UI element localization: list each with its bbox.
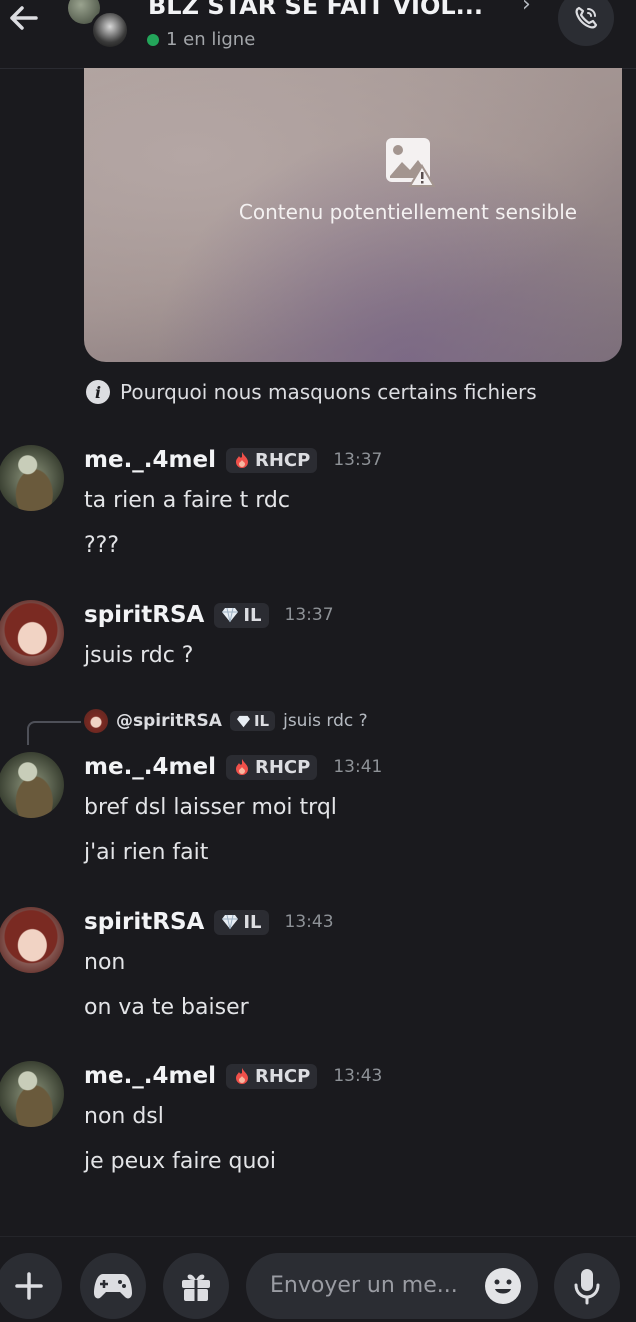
- guild-tag-label: IL: [243, 911, 262, 933]
- reply-reference[interactable]: @spiritRSA IL jsuis rdc ?: [84, 709, 368, 733]
- fire-icon: [236, 759, 248, 775]
- message-header: me._.4mel RHCP 13:37: [84, 447, 382, 473]
- online-dot-icon: [147, 33, 159, 46]
- guild-tag[interactable]: RHCP: [226, 1063, 318, 1089]
- guild-tag-label: IL: [253, 712, 270, 730]
- gift-icon: [182, 1274, 210, 1301]
- message-text: bref dsl laisser moi trql: [84, 795, 337, 820]
- diamond-icon: [236, 715, 250, 727]
- why-hidden-link[interactable]: i Pourquoi nous masquons certains fichie…: [86, 380, 537, 404]
- message-text: ???: [84, 533, 120, 558]
- guild-tag-label: RHCP: [255, 756, 311, 778]
- gift-button[interactable]: [163, 1253, 229, 1319]
- info-icon: i: [86, 380, 110, 404]
- microphone-icon: [574, 1269, 600, 1305]
- guild-tag-label: RHCP: [255, 1065, 311, 1087]
- sensitive-media-attachment[interactable]: Contenu potentiellement sensible: [84, 68, 622, 362]
- author-name[interactable]: me._.4mel: [84, 447, 216, 473]
- online-status: 1 en ligne: [147, 29, 255, 50]
- plus-icon: [15, 1272, 43, 1300]
- guild-tag[interactable]: IL: [214, 602, 269, 628]
- sensitive-content-label: Contenu potentiellement sensible: [238, 200, 578, 224]
- reply-author: @spiritRSA: [116, 711, 222, 731]
- avatar[interactable]: [0, 600, 64, 666]
- guild-tag[interactable]: IL: [214, 909, 269, 935]
- back-button[interactable]: [2, 0, 46, 40]
- message-header: me._.4mel RHCP 13:43: [84, 1063, 382, 1089]
- guild-tag[interactable]: RHCP: [226, 447, 318, 473]
- message-text: non: [84, 950, 126, 975]
- chat-header: BLZ STAR SE FAIT VIOL... › 1 en ligne: [0, 0, 636, 69]
- fire-icon: [236, 452, 248, 468]
- reply-connector: [27, 721, 81, 745]
- add-attachment-button[interactable]: [0, 1253, 62, 1319]
- message-header: me._.4mel RHCP 13:41: [84, 754, 382, 780]
- message-header: spiritRSA IL 13:37: [84, 602, 334, 628]
- message-text: jsuis rdc ?: [84, 643, 194, 668]
- message-input[interactable]: Envoyer un me...: [246, 1253, 538, 1319]
- diamond-icon: [222, 607, 239, 623]
- emoji-icon[interactable]: [484, 1267, 522, 1305]
- author-name[interactable]: spiritRSA: [84, 909, 204, 935]
- message-header: spiritRSA IL 13:43: [84, 909, 334, 935]
- image-warning-icon: [386, 138, 436, 187]
- group-avatar[interactable]: [68, 0, 130, 50]
- fire-icon: [236, 1068, 248, 1084]
- timestamp: 13:43: [333, 1066, 383, 1086]
- author-name[interactable]: spiritRSA: [84, 602, 204, 628]
- avatar: [84, 709, 108, 733]
- guild-tag: IL: [229, 711, 276, 731]
- channel-title[interactable]: BLZ STAR SE FAIT VIOL...: [148, 0, 483, 20]
- guild-tag-label: IL: [243, 604, 262, 626]
- why-hidden-text: Pourquoi nous masquons certains fichiers: [120, 380, 537, 404]
- timestamp: 13:41: [333, 757, 383, 777]
- message-composer: Envoyer un me...: [0, 1236, 636, 1322]
- online-count: 1 en ligne: [166, 29, 256, 50]
- avatar[interactable]: [0, 445, 64, 511]
- message-text: j'ai rien fait: [84, 840, 209, 865]
- message-input-placeholder: Envoyer un me...: [270, 1273, 458, 1298]
- message-text: non dsl: [84, 1104, 164, 1129]
- guild-tag[interactable]: RHCP: [226, 754, 318, 780]
- diamond-icon: [222, 914, 239, 930]
- avatar[interactable]: [0, 1061, 64, 1127]
- call-button[interactable]: [558, 0, 614, 46]
- timestamp: 13:43: [284, 912, 334, 932]
- message-text: on va te baiser: [84, 995, 249, 1020]
- author-name[interactable]: me._.4mel: [84, 754, 216, 780]
- guild-tag-label: RHCP: [255, 449, 311, 471]
- message-text: je peux faire quoi: [84, 1149, 277, 1174]
- chevron-right-icon[interactable]: ›: [522, 0, 531, 17]
- arrow-left-icon: [10, 6, 38, 30]
- timestamp: 13:37: [333, 450, 383, 470]
- author-name[interactable]: me._.4mel: [84, 1063, 216, 1089]
- timestamp: 13:37: [284, 605, 334, 625]
- message-text: ta rien a faire t rdc: [84, 488, 290, 513]
- gamepad-icon: [94, 1274, 132, 1299]
- voice-message-button[interactable]: [554, 1253, 620, 1319]
- reply-text: jsuis rdc ?: [283, 711, 368, 731]
- phone-icon: [575, 6, 598, 29]
- avatar[interactable]: [0, 752, 64, 818]
- avatar: [90, 10, 130, 50]
- avatar[interactable]: [0, 907, 64, 973]
- activities-button[interactable]: [80, 1253, 146, 1319]
